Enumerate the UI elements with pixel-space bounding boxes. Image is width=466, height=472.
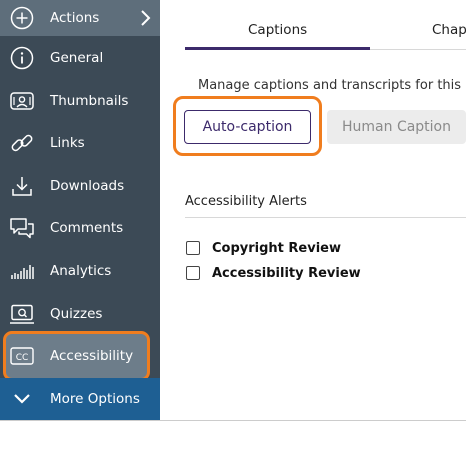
auto-caption-button[interactable]: Auto-caption — [184, 110, 311, 144]
footer-divider — [0, 420, 466, 421]
accessibility-review-label: Accessibility Review — [212, 265, 361, 281]
captions-description: Manage captions and transcripts for this — [198, 78, 462, 93]
sidebar-item-thumbnails[interactable]: Thumbnails — [0, 80, 160, 122]
copyright-review-checkbox[interactable] — [186, 241, 200, 255]
sidebar-more-label: More Options — [50, 391, 140, 407]
download-icon — [9, 173, 35, 199]
chevron-right-icon — [138, 9, 152, 27]
sidebar-item-label: Downloads — [50, 178, 125, 194]
accessibility-review-checkbox[interactable] — [186, 266, 200, 280]
chevron-down-icon — [9, 386, 35, 412]
analytics-icon — [9, 258, 35, 284]
sidebar-actions[interactable]: Actions — [0, 0, 160, 36]
plus-circle-icon — [9, 5, 35, 31]
sidebar-item-general[interactable]: General — [0, 37, 160, 79]
alerts-title: Accessibility Alerts — [185, 194, 307, 209]
sidebar-actions-label: Actions — [50, 10, 100, 26]
copyright-review-label: Copyright Review — [212, 240, 342, 256]
sidebar-item-label: Thumbnails — [50, 93, 129, 109]
sidebar-item-comments[interactable]: Comments — [0, 207, 160, 249]
sidebar-item-label: Links — [50, 135, 85, 151]
info-icon — [9, 45, 35, 71]
comments-icon — [9, 215, 35, 241]
quiz-icon — [9, 301, 35, 327]
sidebar-item-analytics[interactable]: Analytics — [0, 250, 160, 292]
sidebar-item-label: Analytics — [50, 263, 112, 279]
svg-text:CC: CC — [16, 353, 29, 363]
sidebar-item-accessibility[interactable]: CC Accessibility — [0, 335, 160, 377]
app-window: Actions General Thumbnails Links Downloa… — [0, 0, 466, 472]
alerts-divider — [185, 217, 466, 218]
thumbnails-icon — [9, 88, 35, 114]
sidebar-item-label: Comments — [50, 220, 124, 236]
accessibility-review-option[interactable]: Accessibility Review — [186, 264, 361, 282]
active-tab-indicator — [185, 47, 370, 50]
sidebar-item-links[interactable]: Links — [0, 122, 160, 164]
tab-captions[interactable]: Captions — [248, 22, 307, 38]
copyright-review-option[interactable]: Copyright Review — [186, 239, 341, 257]
link-icon — [9, 130, 35, 156]
closed-caption-icon: CC — [9, 343, 35, 369]
sidebar-more-options[interactable]: More Options — [0, 378, 160, 420]
tab-chapters[interactable]: Chap — [432, 22, 466, 38]
sidebar-item-label: Quizzes — [50, 306, 103, 322]
sidebar-item-label: General — [50, 50, 104, 66]
sidebar: Actions General Thumbnails Links Downloa… — [0, 0, 160, 420]
sidebar-item-downloads[interactable]: Downloads — [0, 165, 160, 207]
human-caption-button[interactable]: Human Caption — [327, 110, 466, 144]
sidebar-item-quizzes[interactable]: Quizzes — [0, 293, 160, 335]
sidebar-item-label: Accessibility — [50, 348, 134, 364]
